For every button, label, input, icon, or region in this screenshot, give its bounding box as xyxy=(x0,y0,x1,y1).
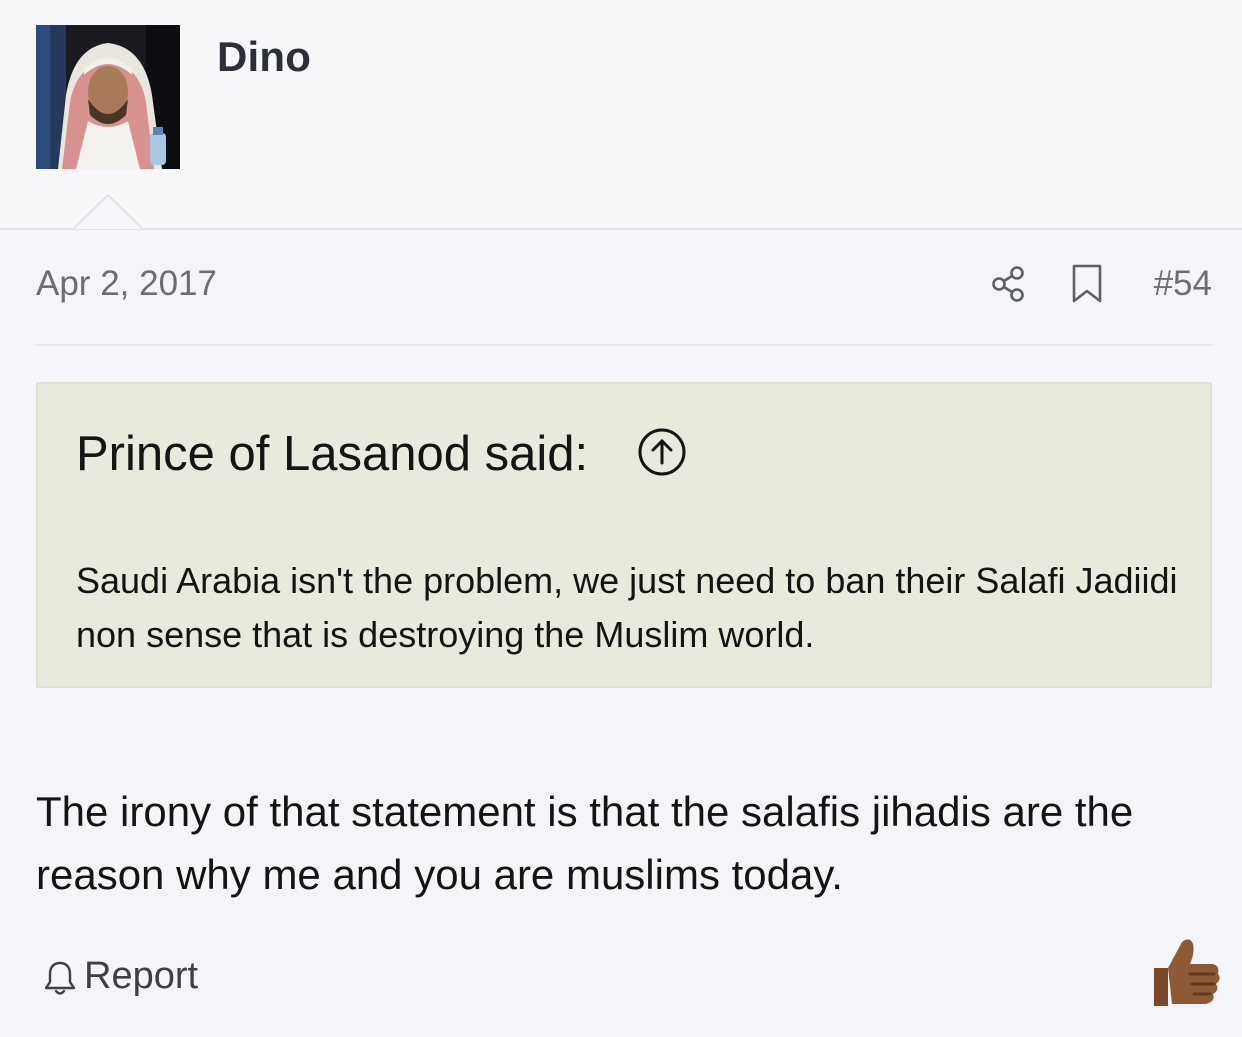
quote-block: Prince of Lasanod said: Saudi Arabia isn… xyxy=(36,382,1212,688)
jump-to-quote-button[interactable] xyxy=(636,426,688,478)
bookmark-icon xyxy=(1072,264,1102,303)
post-user-header: Dino xyxy=(0,0,1242,230)
bell-icon xyxy=(44,961,76,995)
share-button[interactable] xyxy=(988,262,1028,306)
bookmark-button[interactable] xyxy=(1070,262,1104,306)
post-body: The irony of that statement is that the … xyxy=(36,788,1134,898)
post-date[interactable]: Apr 2, 2017 xyxy=(36,264,217,304)
avatar-image xyxy=(36,25,180,169)
report-label: Report xyxy=(84,955,199,997)
arrow-up-circle-icon xyxy=(638,428,686,476)
quote-attribution[interactable]: Prince of Lasanod said: xyxy=(76,426,588,482)
quote-text: Saudi Arabia isn't the problem, we just … xyxy=(76,560,1178,655)
like-button[interactable] xyxy=(1148,934,1222,1010)
avatar[interactable] xyxy=(36,25,180,169)
post-number[interactable]: #54 xyxy=(1154,264,1212,304)
thumbs-up-icon xyxy=(1154,939,1220,1006)
share-icon xyxy=(992,266,1024,302)
username[interactable]: Dino xyxy=(217,33,311,81)
meta-divider xyxy=(36,344,1212,346)
post-meta-bar: Apr 2, 2017 #54 xyxy=(36,262,1212,308)
